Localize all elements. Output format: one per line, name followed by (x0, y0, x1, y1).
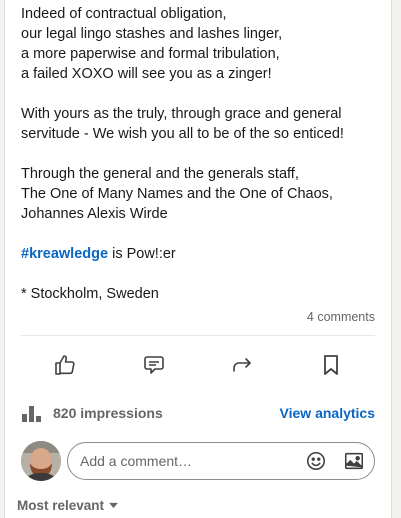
view-analytics-link[interactable]: View analytics (280, 405, 375, 421)
bookmark-icon (323, 355, 338, 375)
divider (21, 335, 375, 336)
post-location: * Stockholm, Sweden (21, 286, 159, 302)
hashtag-link[interactable]: #kreawledge (21, 246, 108, 262)
analytics-row: 820 impressions View analytics (21, 402, 375, 424)
comment-composer (21, 440, 375, 482)
repost-button[interactable] (214, 346, 270, 384)
hashtag-suffix: is Pow!:er (108, 246, 176, 262)
avatar[interactable] (21, 441, 61, 481)
post-paragraph-3: Through the general and the generals sta… (21, 166, 333, 222)
post-actions-bar (21, 346, 375, 384)
impressions: 820 impressions (21, 403, 163, 423)
sort-label: Most relevant (17, 498, 105, 513)
share-arrow-icon (233, 358, 252, 372)
impressions-label: 820 impressions (53, 405, 163, 421)
comment-box (67, 442, 375, 480)
image-button[interactable] (342, 449, 366, 473)
emoji-icon (306, 451, 326, 471)
comment-icon (143, 356, 164, 374)
caret-down-icon (109, 502, 118, 509)
post-card: Indeed of contractual obligation, our le… (4, 0, 392, 518)
thumbs-up-icon (55, 355, 75, 375)
comment-button[interactable] (126, 346, 182, 384)
like-button[interactable] (37, 346, 93, 384)
post-body: Indeed of contractual obligation, our le… (21, 4, 381, 304)
image-icon (344, 452, 364, 470)
comments-count-link[interactable]: 4 comments (307, 310, 375, 324)
comment-input[interactable] (78, 452, 290, 470)
emoji-button[interactable] (304, 449, 328, 473)
avatar-image (21, 441, 61, 481)
save-button[interactable] (303, 346, 359, 384)
bar-chart-icon (22, 406, 41, 422)
post-paragraph-2: With yours as the truly, through grace a… (21, 106, 344, 142)
post-paragraph-1: Indeed of contractual obligation, our le… (21, 6, 283, 82)
comment-sort-dropdown[interactable]: Most relevant (17, 498, 119, 513)
hashtag-line: #kreawledge is Pow!:er (21, 244, 381, 264)
